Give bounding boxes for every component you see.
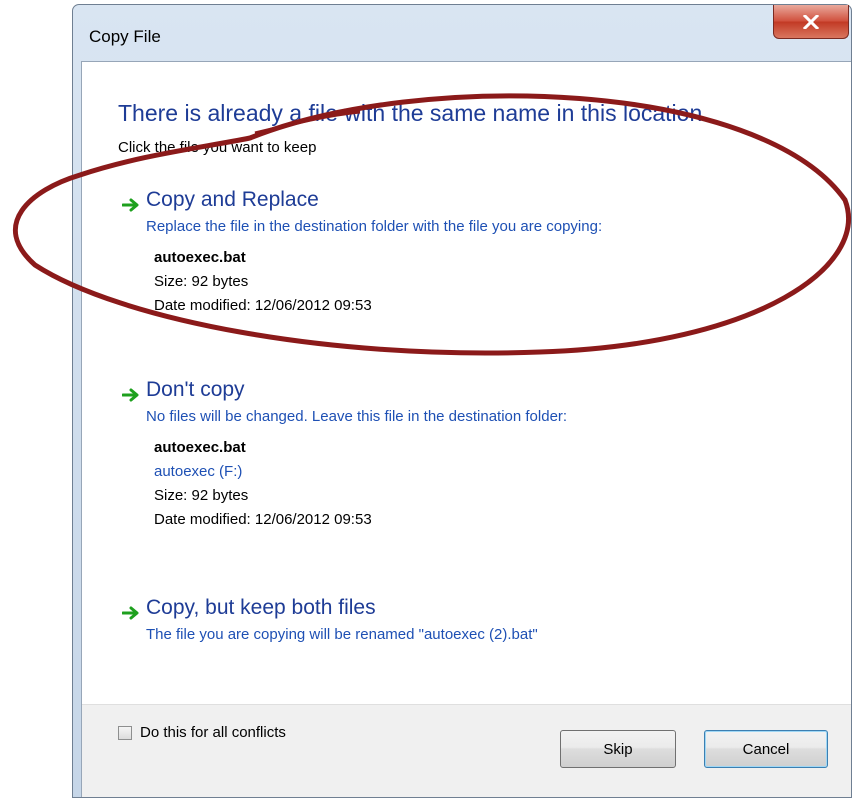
window-title: Copy File (89, 27, 161, 46)
file-location: autoexec (F:) (154, 463, 243, 480)
file-date-modified: Date modified: 12/06/2012 09:53 (154, 297, 372, 314)
file-details: autoexec.bat autoexec (F:) Size: 92 byte… (154, 436, 372, 532)
dialog-subhead: Click the file you want to keep (118, 139, 317, 156)
checkbox-box[interactable] (118, 725, 132, 740)
dialog-footer: Do this for all conflicts Skip Cancel (82, 704, 851, 797)
option-title[interactable]: Copy, but keep both files (146, 596, 376, 620)
cancel-button[interactable]: Cancel (704, 730, 828, 768)
file-name: autoexec.bat (154, 249, 246, 266)
checkbox-label[interactable]: Do this for all conflicts (140, 724, 286, 741)
skip-button[interactable]: Skip (560, 730, 676, 768)
title-bar[interactable]: Copy File (73, 5, 851, 61)
green-arrow-icon (122, 388, 139, 402)
option-description: Replace the file in the destination fold… (146, 218, 603, 235)
option-title[interactable]: Copy and Replace (146, 188, 319, 212)
file-size: Size: 92 bytes (154, 273, 249, 290)
green-arrow-icon (122, 606, 139, 620)
green-arrow-icon (122, 198, 139, 212)
dialog-content: There is already a file with the same na… (81, 61, 851, 797)
copy-file-dialog: Copy File There is already a file with t… (72, 4, 852, 798)
file-size: Size: 92 bytes (154, 487, 249, 504)
close-icon (803, 14, 819, 29)
file-date-modified: Date modified: 12/06/2012 09:53 (154, 511, 372, 528)
file-name: autoexec.bat (154, 439, 246, 456)
close-button[interactable] (773, 5, 849, 39)
option-description: The file you are copying will be renamed… (146, 626, 538, 643)
file-details: autoexec.bat Size: 92 bytes Date modifie… (154, 246, 372, 318)
option-title[interactable]: Don't copy (146, 378, 245, 402)
dialog-headline: There is already a file with the same na… (118, 100, 709, 126)
option-description: No files will be changed. Leave this fil… (146, 408, 568, 425)
all-conflicts-checkbox[interactable]: Do this for all conflicts (118, 724, 286, 741)
